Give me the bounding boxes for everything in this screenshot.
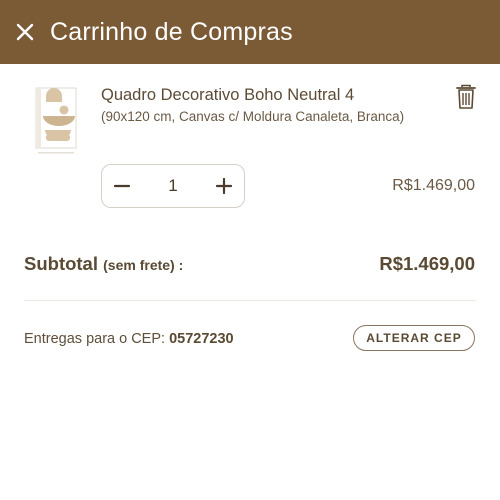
- delivery-cep-text: Entregas para o CEP: 05727230: [24, 331, 234, 347]
- increase-quantity-button[interactable]: [204, 165, 244, 207]
- cart-title: Carrinho de Compras: [50, 17, 293, 46]
- decrease-quantity-button[interactable]: [102, 165, 142, 207]
- item-price: R$1.469,00: [392, 177, 475, 194]
- minus-icon: [113, 184, 131, 188]
- delivery-label: Entregas para o CEP:: [24, 331, 166, 347]
- subtotal-note: (sem frete) :: [103, 257, 184, 273]
- subtotal-label: Subtotal (sem frete) :: [24, 253, 183, 275]
- subtotal-value: R$1.469,00: [379, 253, 475, 274]
- divider: [24, 300, 476, 301]
- change-cep-button[interactable]: ALTERAR CEP: [353, 325, 475, 351]
- plus-icon: [215, 177, 233, 195]
- quantity-stepper: 1: [101, 164, 245, 208]
- trash-icon[interactable]: [455, 84, 477, 110]
- product-thumbnail[interactable]: [30, 86, 84, 156]
- product-title[interactable]: Quadro Decorativo Boho Neutral 4: [101, 85, 411, 105]
- cep-value: 05727230: [169, 331, 234, 347]
- close-icon[interactable]: [14, 21, 36, 43]
- cart-header: Carrinho de Compras: [0, 0, 500, 64]
- product-details: (90x120 cm, Canvas c/ Moldura Canaleta, …: [101, 109, 405, 124]
- quantity-value[interactable]: 1: [153, 176, 193, 196]
- subtotal-label-text: Subtotal: [24, 253, 98, 274]
